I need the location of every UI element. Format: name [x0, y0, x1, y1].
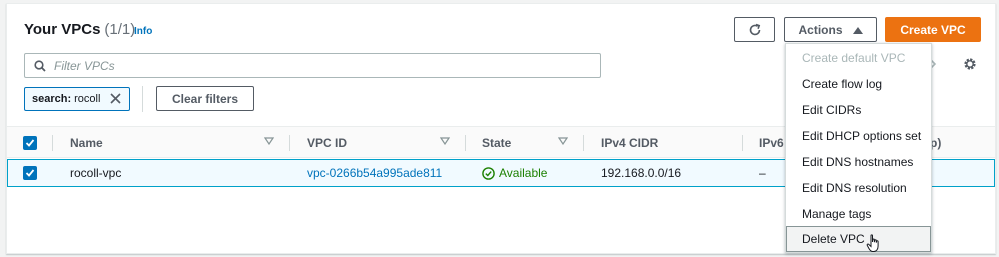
- refresh-icon: [749, 23, 760, 35]
- menu-item-create-flow-log[interactable]: Create flow log: [802, 77, 882, 91]
- row-checkbox[interactable]: [23, 166, 37, 180]
- search-icon: [34, 59, 46, 72]
- title-text: Your VPCs: [24, 21, 101, 38]
- refresh-button[interactable]: [734, 17, 775, 42]
- filter-divider: [142, 86, 143, 112]
- column-separator: [52, 135, 53, 151]
- menu-item-delete-vpc[interactable]: Delete VPC: [786, 226, 931, 252]
- column-header-vpc-id[interactable]: VPC ID: [307, 136, 347, 150]
- sort-down-icon[interactable]: [558, 137, 568, 145]
- menu-item-edit-dns-resolution[interactable]: Edit DNS resolution: [802, 181, 907, 195]
- check-circle-icon: [482, 166, 495, 180]
- select-all-checkbox[interactable]: [23, 136, 37, 150]
- column-header-name[interactable]: Name: [70, 136, 103, 150]
- caret-up-icon: [852, 26, 863, 34]
- create-vpc-button[interactable]: Create VPC: [885, 17, 981, 42]
- check-icon: [25, 139, 35, 147]
- row-ipv6: –: [759, 166, 766, 180]
- row-name: rocoll-vpc: [70, 166, 122, 180]
- column-separator: [742, 135, 743, 151]
- column-header-state[interactable]: State: [482, 136, 511, 150]
- filter-search[interactable]: [24, 53, 601, 78]
- sort-down-icon[interactable]: [440, 137, 450, 145]
- clear-filters-button[interactable]: Clear filters: [156, 86, 254, 111]
- row-ipv4-cidr: 192.168.0.0/16: [601, 166, 682, 180]
- filter-token-key: search:: [32, 93, 72, 105]
- gear-icon[interactable]: [963, 57, 977, 71]
- filter-token: search: rocoll: [24, 87, 130, 111]
- column-separator: [289, 135, 290, 151]
- filter-token-value: rocoll: [74, 93, 101, 105]
- actions-menu: Create default VPC Create flow log Edit …: [785, 43, 932, 253]
- menu-item-manage-tags[interactable]: Manage tags: [802, 207, 871, 221]
- actions-label: Actions: [798, 22, 843, 37]
- column-header-ipv6[interactable]: IPv6: [759, 136, 784, 150]
- menu-item-edit-dhcp-options[interactable]: Edit DHCP options set: [802, 129, 921, 143]
- menu-item-create-default-vpc: Create default VPC: [802, 51, 906, 65]
- column-separator: [465, 135, 466, 151]
- actions-button[interactable]: Actions: [784, 17, 877, 42]
- search-input[interactable]: [54, 58, 574, 73]
- column-header-ipv4-cidr[interactable]: IPv4 CIDR: [601, 136, 658, 150]
- page-title: Your VPCs (1/1): [24, 21, 135, 38]
- menu-item-edit-dns-hostnames[interactable]: Edit DNS hostnames: [802, 155, 913, 169]
- sort-down-icon[interactable]: [264, 137, 274, 145]
- status-text: Available: [499, 166, 548, 180]
- column-separator: [583, 135, 584, 151]
- vpc-id-link[interactable]: vpc-0266b54a995ade811: [307, 166, 442, 180]
- check-icon: [25, 169, 35, 177]
- vpc-count: (1/1): [104, 21, 136, 38]
- status-available: Available: [482, 166, 547, 180]
- info-link[interactable]: Info: [134, 26, 152, 37]
- close-icon[interactable]: [109, 92, 122, 105]
- menu-item-edit-cidrs[interactable]: Edit CIDRs: [802, 103, 861, 117]
- hand-cursor-icon: [866, 234, 879, 252]
